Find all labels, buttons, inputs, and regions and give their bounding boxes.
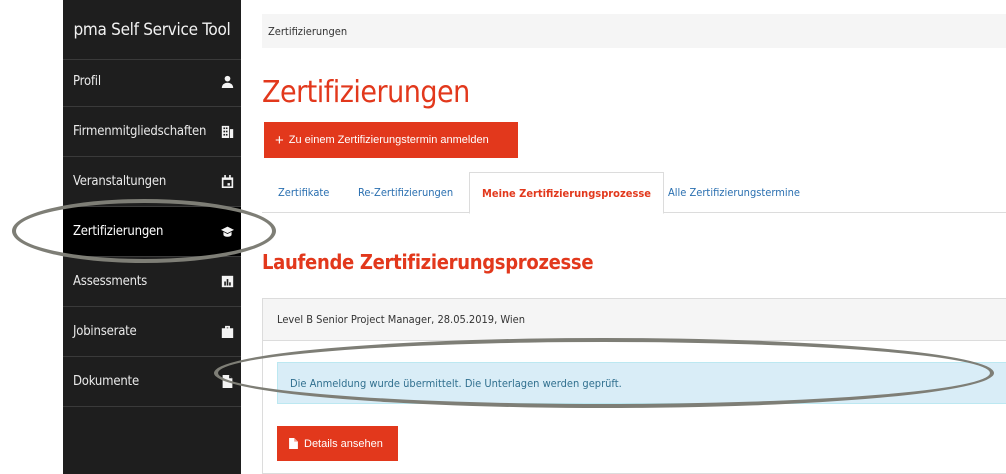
- sidebar-item-label: Zertifizierungen: [73, 224, 164, 239]
- user-icon: [213, 75, 241, 88]
- sidebar-item-label: Profil: [73, 74, 101, 89]
- sidebar-item-firmenmitgliedschaften[interactable]: Firmenmitgliedschaften: [63, 107, 241, 157]
- register-button-label: Zu einem Zertifizierungstermin anmelden: [288, 134, 489, 146]
- details-button-label: Details ansehen: [304, 437, 383, 450]
- sidebar-item-assessments[interactable]: Assessments: [63, 257, 241, 307]
- document-icon: [213, 375, 241, 388]
- section-title: Laufende Zertifizierungsprozesse: [262, 250, 594, 274]
- sidebar-item-zertifizierungen[interactable]: Zertifizierungen: [63, 207, 241, 257]
- tab-alle-zertifizierungstermine[interactable]: Alle Zertifizierungstermine: [668, 172, 800, 213]
- sidebar: pma Self Service Tool Profil Firmenmitgl…: [63, 0, 241, 474]
- sidebar-item-label: Assessments: [73, 274, 148, 289]
- tab-re-zertifizierungen[interactable]: Re-Zertifizierungen: [358, 172, 453, 213]
- sidebar-item-label: Dokumente: [73, 374, 139, 389]
- sidebar-item-jobinserate[interactable]: Jobinserate: [63, 307, 241, 357]
- document-icon: [289, 438, 298, 449]
- sidebar-item-veranstaltungen[interactable]: Veranstaltungen: [63, 157, 241, 207]
- sidebar-item-dokumente[interactable]: Dokumente: [63, 357, 241, 407]
- page-title: Zertifizierungen: [262, 75, 470, 110]
- graduation-cap-icon: [213, 225, 241, 238]
- tab-meine-zertifizierungsprozesse[interactable]: Meine Zertifizierungsprozesse: [469, 172, 664, 214]
- app-title: pma Self Service Tool: [63, 0, 241, 60]
- sidebar-item-label: Firmenmitgliedschaften: [73, 124, 207, 139]
- sidebar-item-label: Jobinserate: [73, 324, 137, 339]
- details-button[interactable]: Details ansehen: [277, 426, 398, 461]
- building-icon: [213, 125, 241, 138]
- sidebar-item-label: Veranstaltungen: [73, 174, 167, 189]
- briefcase-icon: [213, 325, 241, 338]
- process-panel: Level B Senior Project Manager, 28.05.20…: [262, 298, 1006, 474]
- tab-bar: Zertifikate Re-Zertifizierungen Meine Ze…: [262, 172, 1006, 214]
- register-certification-button[interactable]: + Zu einem Zertifizierungstermin anmelde…: [264, 122, 518, 158]
- tab-zertifikate[interactable]: Zertifikate: [278, 172, 329, 213]
- process-header: Level B Senior Project Manager, 28.05.20…: [263, 299, 1006, 341]
- calendar-icon: [213, 175, 241, 188]
- status-alert: Die Anmeldung wurde übermittelt. Die Unt…: [277, 362, 1006, 404]
- breadcrumb: Zertifizierungen: [262, 14, 1006, 48]
- bar-chart-icon: [213, 275, 241, 288]
- plus-icon: +: [275, 131, 284, 149]
- sidebar-item-profil[interactable]: Profil: [63, 57, 241, 107]
